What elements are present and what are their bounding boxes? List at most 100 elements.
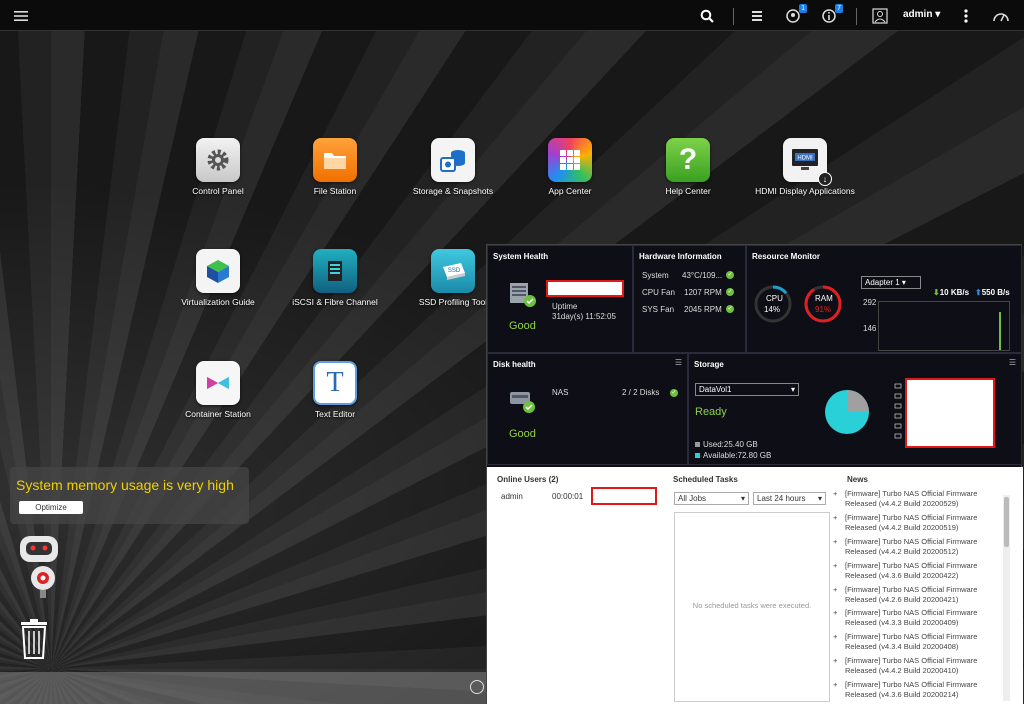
available-space: Available:72.80 GB [695,451,771,460]
app-grid-icon [548,138,592,182]
server-icon [313,249,357,293]
more-options-icon[interactable] [955,5,977,27]
info-badge: 7 [835,4,843,13]
no-tasks-message: No scheduled tasks were executed. [692,601,812,610]
app-virtualization-guide[interactable]: Virtualization Guide [168,249,268,308]
online-user-name: admin [501,492,523,501]
redacted-box [905,378,995,448]
redacted-box [591,487,657,505]
news-item[interactable]: [Firmware] Turbo NAS Official Firmware R… [833,513,990,533]
trash-icon[interactable] [18,618,50,662]
news-item[interactable]: [Firmware] Turbo NAS Official Firmware R… [833,489,990,509]
ram-gauge [804,285,842,323]
question-icon: ? [666,138,710,182]
ssd-icon: SSD [431,249,475,293]
check-icon: ✓ [726,305,734,313]
storage-icon [431,138,475,182]
system-health-status: Good [509,320,536,332]
storage-pie-chart [825,390,869,434]
uptime-value: 31day(s) 11:52:05 [552,312,616,321]
svg-text:HDMI: HDMI [797,156,813,162]
check-icon: ✓ [726,271,734,279]
list-icon[interactable]: ☰ [1009,358,1016,367]
system-health-panel: System Health Good Uptime 31day(s) 11:52… [487,245,633,353]
app-container-station[interactable]: Container Station [168,361,268,420]
news-item[interactable]: [Firmware] Turbo NAS Official Firmware R… [833,561,990,581]
time-filter-select[interactable]: Last 24 hours ▾ [753,492,826,505]
online-user-time: 00:00:01 [552,492,584,501]
check-icon: ✓ [726,288,734,296]
bottom-bar [0,672,486,704]
disk-health-panel: Disk health ☰ NAS 2 / 2 Disks ✓ Good [487,353,688,465]
app-app-center[interactable]: App Center [520,138,620,197]
svg-text:SSD: SSD [448,268,461,274]
memory-notification: System memory usage is very high Optimiz… [10,467,249,524]
app-text-editor[interactable]: T Text Editor [285,361,385,420]
top-bar: 1 7 admin ▾ [0,0,1024,31]
storage-panel: Storage ☰ DataVol1 ▾ Ready Used:25.40 GB … [688,353,1022,465]
storage-status: Ready [695,406,727,418]
upload-speed: ⬆550 B/s [975,288,1010,297]
resource-monitor-panel: Resource Monitor CPU 14% RAM 91% Adapter… [746,245,1022,353]
disk-count: 2 / 2 Disks [622,388,660,397]
scrollbar-thumb[interactable] [1004,497,1009,547]
news-item[interactable]: [Firmware] Turbo NAS Official Firmware R… [833,537,990,557]
app-file-station[interactable]: File Station [285,138,385,197]
folder-list-icons [894,382,902,442]
tasks-stack-icon[interactable] [746,5,768,27]
app-control-panel[interactable]: Control Panel [168,138,268,197]
dashboard-gauge-icon[interactable] [990,5,1012,27]
disk-icon [508,386,536,418]
text-icon: T [313,361,357,405]
app-help-center[interactable]: ? Help Center [638,138,738,197]
optimize-button[interactable]: Optimize [19,501,83,514]
jobs-filter-select[interactable]: All Jobs ▾ [674,492,749,505]
news-item[interactable]: [Firmware] Turbo NAS Official Firmware R… [833,585,990,605]
news-scrollbar[interactable] [1003,495,1010,701]
cpu-usage: 14% [764,305,781,314]
app-storage-snapshots[interactable]: Storage & Snapshots [403,138,503,197]
hardware-info-panel: Hardware Information System 43°C/109... … [633,245,746,353]
separator [856,8,857,25]
cube-icon [196,249,240,293]
adapter-select[interactable]: Adapter 1 ▾ [861,276,921,289]
scheduled-tasks-list: No scheduled tasks were executed. [674,512,830,702]
disk-health-status: Good [509,428,536,440]
news-item[interactable]: [Firmware] Turbo NAS Official Firmware R… [833,632,990,652]
ram-usage: 91% [815,305,832,314]
event-notification-icon[interactable]: 1 [782,4,807,27]
separator [733,8,734,25]
news-item[interactable]: [Firmware] Turbo NAS Official Firmware R… [833,608,990,628]
memory-warning-text: System memory usage is very high [16,477,234,493]
download-icon: ↓ [818,172,832,186]
gear-icon [196,138,240,182]
search-icon[interactable] [696,5,718,27]
dashboard-panel: System Health Good Uptime 31day(s) 11:52… [486,244,1023,704]
cpu-gauge [754,285,792,323]
hdmi-icon: HDMI ↓ [783,138,832,186]
network-spike [999,312,1001,350]
user-avatar-icon[interactable] [869,5,891,27]
desktop: 1 7 admin ▾ Control Panel File Station S… [0,0,1024,704]
user-menu[interactable]: admin ▾ [903,9,940,20]
info-icon[interactable]: 7 [818,4,843,27]
app-switch-icon[interactable] [470,680,484,694]
notification-badge: 1 [799,4,807,13]
folder-icon [313,138,357,182]
robot-assistant-icon[interactable] [14,530,68,600]
news-item[interactable]: [Firmware] Turbo NAS Official Firmware R… [833,680,990,700]
list-icon[interactable]: ☰ [675,358,682,367]
dashboard-bottom-section: Online Users (2) admin 00:00:01 Schedule… [487,467,1023,704]
news-item[interactable]: [Firmware] Turbo NAS Official Firmware R… [833,656,990,676]
download-speed: ⬇10 KB/s [933,288,970,297]
app-hdmi-display[interactable]: HDMI ↓ HDMI Display Applications [755,138,855,197]
used-space: Used:25.40 GB [695,440,758,449]
volume-select[interactable]: DataVol1 ▾ [695,383,799,396]
network-chart [878,301,1010,351]
menu-icon[interactable] [10,5,32,27]
nas-device-icon [508,280,536,307]
check-icon: ✓ [670,389,678,397]
app-iscsi-fibre[interactable]: iSCSI & Fibre Channel [285,249,385,308]
container-icon [196,361,240,405]
redacted-box [546,280,624,297]
